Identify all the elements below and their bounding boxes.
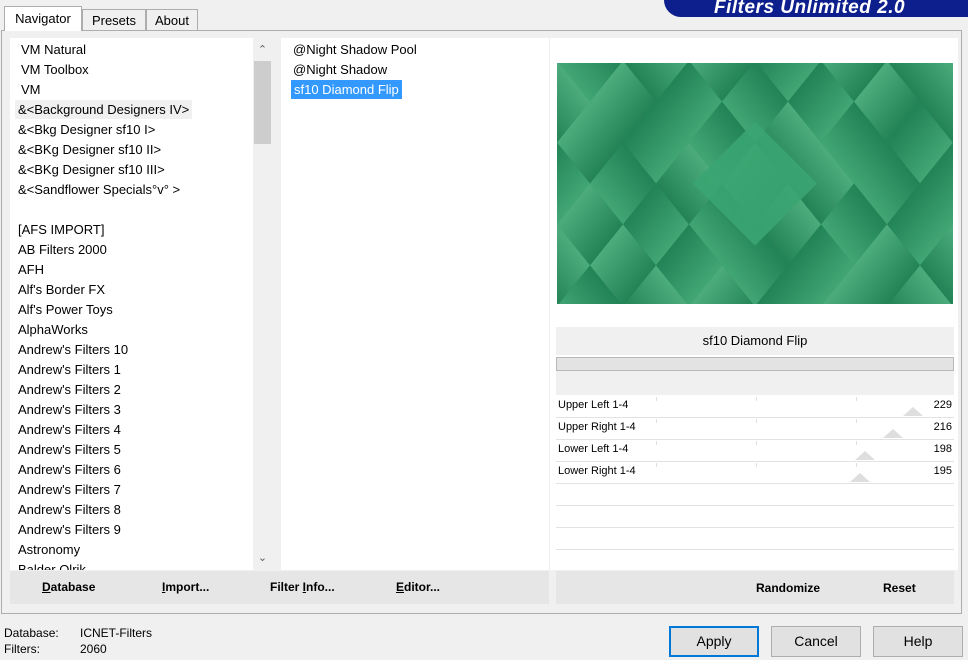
category-item[interactable]: &<Background Designers IV> — [15, 100, 193, 119]
scrollbar-thumb[interactable] — [254, 61, 271, 144]
scroll-up-icon[interactable]: ⌃ — [253, 40, 272, 60]
category-item[interactable]: AB Filters 2000 — [18, 240, 107, 259]
param-slider-row[interactable]: Lower Left 1-4 198 — [556, 440, 954, 462]
database-label: Database: — [4, 626, 59, 640]
database-value: ICNET-Filters — [80, 626, 152, 640]
param-value: 198 — [933, 443, 952, 455]
category-item[interactable]: Andrew's Filters 10 — [18, 340, 128, 359]
param-value: 195 — [933, 465, 952, 477]
category-item[interactable]: Andrew's Filters 3 — [18, 400, 121, 419]
category-list-scrollbar[interactable]: ⌃ ⌄ — [253, 38, 272, 570]
slider-tick — [756, 419, 757, 423]
slider-tick — [656, 463, 657, 467]
param-label: Upper Right 1-4 — [558, 421, 636, 433]
slider-tick — [756, 463, 757, 467]
category-item[interactable]: Andrew's Filters 5 — [18, 440, 121, 459]
progress-bar — [556, 357, 954, 371]
filter-item[interactable]: sf10 Diamond Flip — [291, 80, 402, 99]
filter-item[interactable]: @Night Shadow — [293, 60, 387, 79]
category-item[interactable]: Balder Olrik — [18, 560, 86, 570]
scroll-down-icon[interactable]: ⌄ — [253, 548, 272, 568]
filter-list[interactable]: @Night Shadow Pool @Night Shadow sf10 Diam… — [281, 38, 549, 570]
category-item[interactable]: Andrew's Filters 1 — [18, 360, 121, 379]
slider-tick — [856, 419, 857, 423]
slider-thumb[interactable] — [850, 473, 870, 482]
filter-preview-image — [557, 63, 953, 304]
category-item[interactable]: VM — [21, 80, 41, 99]
category-item[interactable]: Andrew's Filters 8 — [18, 500, 121, 519]
category-item[interactable]: AlphaWorks — [18, 320, 88, 339]
tab-navigator[interactable]: Navigator — [4, 6, 82, 31]
category-item[interactable]: Andrew's Filters 2 — [18, 380, 121, 399]
tab-presets[interactable]: Presets — [82, 9, 146, 31]
param-slider-row[interactable]: Upper Right 1-4 216 — [556, 418, 954, 440]
apply-button[interactable]: Apply — [669, 626, 759, 657]
category-item[interactable]: Andrew's Filters 7 — [18, 480, 121, 499]
category-item[interactable]: Alf's Power Toys — [18, 300, 113, 319]
category-item[interactable]: &<Sandflower Specials°v° > — [18, 180, 180, 199]
editor-button[interactable]: Editor... — [396, 580, 440, 594]
category-item[interactable]: AFH — [18, 260, 44, 279]
randomize-button[interactable]: Randomize — [756, 581, 820, 595]
category-list[interactable]: VM Natural VM Toolbox VM &<Background Desig… — [10, 38, 272, 570]
slider-tick — [856, 463, 857, 467]
category-item[interactable]: VM Toolbox — [21, 60, 89, 79]
category-item[interactable]: Andrew's Filters 4 — [18, 420, 121, 439]
param-value: 216 — [933, 421, 952, 433]
category-item[interactable]: Andrew's Filters 9 — [18, 520, 121, 539]
help-button[interactable]: Help — [873, 626, 963, 657]
category-item[interactable]: Andrew's Filters 6 — [18, 460, 121, 479]
param-value: 229 — [933, 399, 952, 411]
diamond-pattern-image — [557, 63, 953, 304]
slider-thumb[interactable] — [883, 429, 903, 438]
param-label: Upper Left 1-4 — [558, 399, 629, 411]
param-label: Lower Right 1-4 — [558, 465, 636, 477]
filter-item[interactable]: @Night Shadow Pool — [293, 40, 417, 59]
tab-about[interactable]: About — [146, 9, 198, 31]
empty-param-row — [556, 528, 954, 550]
slider-tick — [756, 397, 757, 401]
category-item[interactable]: &<BKg Designer sf10 III> — [18, 160, 165, 179]
category-item[interactable]: Alf's Border FX — [18, 280, 105, 299]
slider-tick — [756, 441, 757, 445]
filters-count-value: 2060 — [80, 642, 107, 656]
slider-tick — [656, 441, 657, 445]
import-button[interactable]: Import... — [162, 580, 209, 594]
param-slider-row[interactable]: Lower Right 1-4 195 — [556, 462, 954, 484]
param-slider-row[interactable]: Upper Left 1-4 229 — [556, 396, 954, 418]
category-item[interactable]: [AFS IMPORT] — [18, 220, 104, 239]
filter-info-button[interactable]: Filter Info... — [270, 580, 335, 594]
param-label: Lower Left 1-4 — [558, 443, 629, 455]
app-title: Filters Unlimited 2.0 — [714, 0, 906, 17]
category-item[interactable]: &<BKg Designer sf10 II> — [18, 140, 161, 159]
category-item[interactable]: VM Natural — [21, 40, 86, 59]
filter-name-label: sf10 Diamond Flip — [556, 327, 954, 355]
database-button[interactable]: Database — [42, 580, 95, 594]
slider-tick — [656, 419, 657, 423]
slider-thumb[interactable] — [855, 451, 875, 460]
empty-param-row — [556, 506, 954, 528]
category-item[interactable]: &<Bkg Designer sf10 I> — [18, 120, 155, 139]
empty-param-row — [556, 484, 954, 506]
spacer — [556, 371, 954, 395]
slider-tick — [656, 397, 657, 401]
reset-button[interactable]: Reset — [883, 581, 916, 595]
slider-thumb[interactable] — [903, 407, 923, 416]
app-title-banner: Filters Unlimited 2.0 — [664, 0, 968, 17]
slider-tick — [856, 397, 857, 401]
slider-tick — [856, 441, 857, 445]
cancel-button[interactable]: Cancel — [771, 626, 861, 657]
filters-count-label: Filters: — [4, 642, 40, 656]
category-item[interactable]: Astronomy — [18, 540, 80, 559]
